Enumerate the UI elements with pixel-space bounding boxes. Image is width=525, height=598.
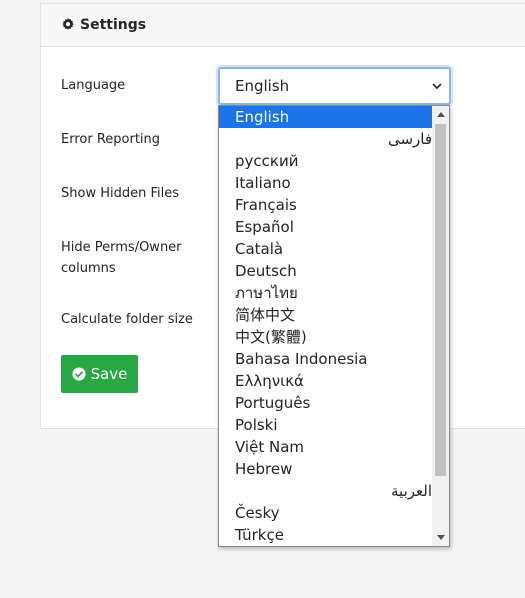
language-options: English فارسی русский Italiano Français Españ… (219, 106, 449, 546)
chevron-down-icon (432, 83, 442, 90)
scroll-down-icon[interactable] (432, 529, 449, 546)
language-option[interactable]: Hebrew (219, 458, 432, 480)
show-hidden-files-label: Show Hidden Files (61, 186, 179, 201)
language-option[interactable]: فارسی (219, 128, 432, 150)
language-option[interactable]: Polski (219, 414, 432, 436)
dropdown-scrollbar[interactable] (432, 106, 449, 546)
language-option[interactable]: Português (219, 392, 432, 414)
card-title: Settings (80, 17, 147, 33)
hide-perms-label-line1: Hide Perms/Owner (61, 240, 182, 255)
language-select[interactable]: English (218, 67, 451, 105)
language-dropdown-list[interactable]: English فارسی русский Italiano Français Españ… (218, 105, 450, 547)
language-label: Language (61, 78, 126, 93)
error-reporting-label: Error Reporting (61, 132, 161, 147)
language-select-value: English (235, 77, 290, 95)
scroll-thumb[interactable] (435, 124, 446, 476)
language-option[interactable]: Việt Nam (219, 436, 432, 458)
hide-perms-label-line2: columns (61, 261, 116, 276)
language-option[interactable]: English (219, 106, 432, 128)
language-option[interactable]: ภาษาไทย (219, 282, 432, 304)
hide-perms-label: Hide Perms/Owner columns (61, 237, 182, 279)
save-button[interactable]: Save (61, 355, 138, 393)
language-option[interactable]: Ελληνικά (219, 370, 432, 392)
language-option[interactable]: العربية (219, 480, 432, 502)
language-option[interactable]: Català (219, 238, 432, 260)
scroll-up-icon[interactable] (432, 106, 449, 123)
save-button-label: Save (90, 365, 128, 383)
language-option[interactable]: Türkçe (219, 524, 432, 546)
language-option[interactable]: русский (219, 150, 432, 172)
language-option[interactable]: Deutsch (219, 260, 432, 282)
language-option[interactable]: 简体中文 (219, 304, 432, 326)
language-option[interactable]: Español (219, 216, 432, 238)
calc-folder-size-label: Calculate folder size (61, 312, 193, 327)
gear-icon (62, 18, 74, 30)
card-header: Settings (41, 4, 525, 47)
language-option[interactable]: Italiano (219, 172, 432, 194)
language-option[interactable]: Česky (219, 502, 432, 524)
language-option[interactable]: Français (219, 194, 432, 216)
language-option[interactable]: Bahasa Indonesia (219, 348, 432, 370)
check-circle-icon (72, 367, 86, 381)
language-option[interactable]: 中文(繁體) (219, 326, 432, 348)
